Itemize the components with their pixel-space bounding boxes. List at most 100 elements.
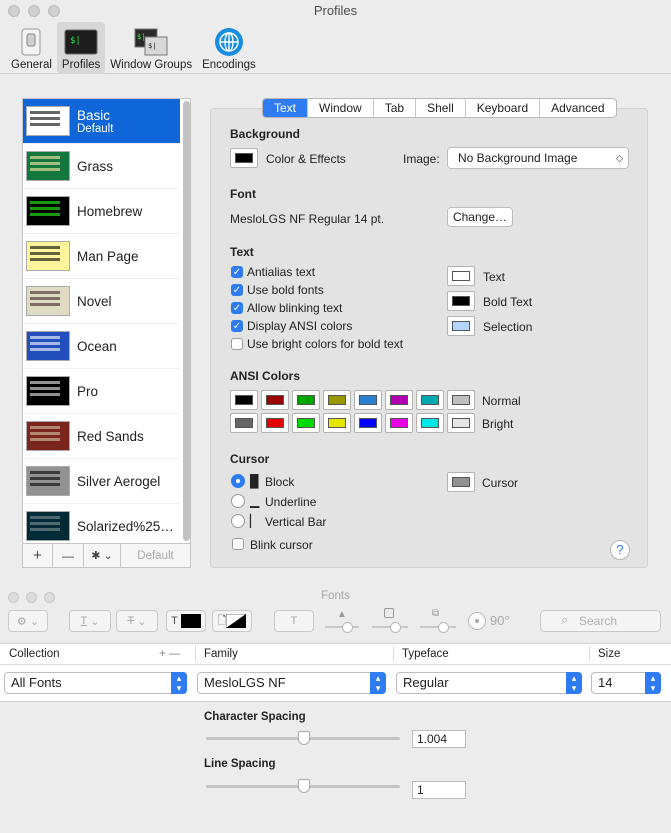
ansi-normal-color-well[interactable] [292,390,320,410]
document-color-button[interactable]: 🗋 [212,610,252,632]
text-color-well[interactable] [447,316,475,336]
toolbar-encodings-label: Encodings [202,59,256,71]
family-value: MesloLGS NF [204,675,286,690]
shadow-offset-slider[interactable] [420,622,456,633]
text-option-checkbox[interactable]: ✓ [231,320,243,332]
profile-preview-thumbnail [26,511,70,541]
text-color-label: Bold Text [483,295,533,309]
text-option-checkbox[interactable] [231,338,243,350]
family-select[interactable]: MesloLGS NF ▴ ▾ [197,672,386,694]
text-option-label: Antialias text [247,265,316,279]
text-shadow-button[interactable]: T [274,610,314,632]
font-section-title: Font [230,187,256,201]
remove-profile-button[interactable]: — [53,544,84,567]
cursor-style-radio[interactable] [231,494,245,508]
ansi-bright-color-well[interactable] [261,413,289,433]
ansi-bright-color-well[interactable] [323,413,351,433]
profile-row[interactable]: Pro [23,369,180,414]
tab-keyboard[interactable]: Keyboard [466,99,541,117]
profile-list-scrollbar[interactable] [183,101,190,541]
line-spacing-input[interactable]: 1 [412,781,466,799]
typeface-value: Regular [403,675,449,690]
character-spacing-knob[interactable] [298,731,310,745]
ansi-normal-color-well[interactable] [385,390,413,410]
ansi-normal-color-well[interactable] [354,390,382,410]
profile-row[interactable]: Homebrew [23,189,180,234]
profile-text: Homebrew [77,204,142,219]
background-image-value: No Background Image [458,151,578,165]
collection-add-remove-buttons[interactable]: + — [159,644,180,664]
line-spacing-slider[interactable] [206,779,400,793]
font-search-input[interactable]: ⌕ Search [540,610,661,632]
profile-row[interactable]: Basic Default [23,99,180,144]
ansi-normal-color-well[interactable] [447,390,475,410]
tab-advanced[interactable]: Advanced [540,99,615,117]
profile-row[interactable]: Solarized%25… [23,504,180,544]
cursor-style-radio[interactable] [231,514,245,528]
profile-preview-thumbnail [26,196,70,226]
ansi-section-title: ANSI Colors [230,369,301,383]
ansi-normal-color-well[interactable] [323,390,351,410]
tab-tab[interactable]: Tab [374,99,417,117]
fonts-action-gear-button[interactable]: ⚙ ⌄ [8,610,48,632]
toolbar-profiles[interactable]: $| Profiles [56,22,106,74]
cursor-color-well[interactable] [447,472,475,492]
ansi-normal-color-well[interactable] [416,390,444,410]
profile-row[interactable]: Novel [23,279,180,324]
ansi-bright-color-well[interactable] [447,413,475,433]
background-color-well[interactable] [230,148,258,168]
tab-shell[interactable]: Shell [416,99,466,117]
ansi-normal-color-well[interactable] [261,390,289,410]
ansi-bright-color-well[interactable] [354,413,382,433]
typeface-select[interactable]: Regular ▴ ▾ [396,672,582,694]
background-section-title: Background [230,127,301,141]
cursor-style-radio[interactable] [231,474,245,488]
profile-row[interactable]: Silver Aerogel [23,459,180,504]
toolbar-general-label: General [11,59,52,71]
text-option-checkbox[interactable]: ✓ [231,266,243,278]
profile-preview-thumbnail [26,331,70,361]
text-strikethrough-button[interactable]: T ⌄ [116,610,158,632]
globe-icon [212,27,246,57]
tab-text[interactable]: Text [263,99,309,117]
line-spacing-knob[interactable] [298,779,310,793]
ansi-bright-color-well[interactable] [292,413,320,433]
profile-row[interactable]: Ocean [23,324,180,369]
toolbar-encodings[interactable]: Encodings [197,22,261,74]
text-color-well[interactable] [447,266,475,286]
profile-row[interactable]: Man Page [23,234,180,279]
profile-row[interactable]: Red Sands [23,414,180,459]
shadow-opacity-slider[interactable] [325,622,359,633]
toolbar-general[interactable]: General [6,22,57,74]
character-spacing-slider[interactable] [206,731,400,745]
ansi-normal-color-well[interactable] [230,390,258,410]
toolbar-window-groups[interactable]: $| $| Window Groups [105,22,197,74]
shadow-blur-slider[interactable] [372,622,408,633]
profile-actions-gear-button[interactable]: ✱ ⌄ [84,544,121,567]
character-spacing-input[interactable]: 1.004 [412,730,466,748]
text-underline-button[interactable]: T ⌄ [69,610,111,632]
background-color-label: Color & Effects [266,152,346,166]
background-image-label: Image: [403,152,440,166]
add-profile-button[interactable]: + [23,544,53,567]
svg-text:$|: $| [70,36,81,46]
size-value: 14 [598,675,613,690]
help-button[interactable]: ? [610,540,630,560]
text-color-button[interactable]: T [166,610,206,632]
size-select[interactable]: 14 ▴ ▾ [591,672,661,694]
ansi-bright-color-well[interactable] [385,413,413,433]
change-font-button[interactable]: Change… [447,207,513,227]
collection-select[interactable]: All Fonts ▴ ▾ [4,672,187,694]
text-option-checkbox[interactable]: ✓ [231,302,243,314]
profile-row[interactable]: Grass [23,144,180,189]
set-default-button[interactable]: Default [121,544,190,567]
cursor-style-glyph-icon: ▁ [250,494,260,508]
text-color-well[interactable] [447,291,475,311]
ansi-bright-color-well[interactable] [230,413,258,433]
blink-cursor-checkbox[interactable] [232,538,244,550]
background-image-select[interactable]: No Background Image ◇ [447,147,629,169]
text-option-checkbox[interactable]: ✓ [231,284,243,296]
ansi-bright-color-well[interactable] [416,413,444,433]
shadow-angle-knob[interactable] [468,612,486,630]
tab-window[interactable]: Window [308,99,374,117]
